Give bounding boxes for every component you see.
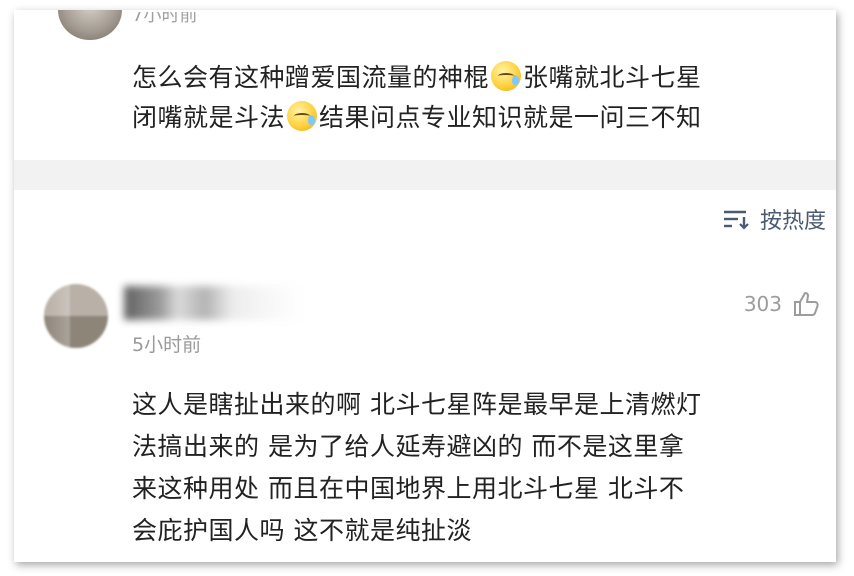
sort-by-hot-button[interactable]: 按热度 — [722, 204, 826, 234]
comment-time: 5小时前 — [132, 334, 202, 356]
top-comment-text: 怎么会有这种蹭爱国流量的神棍 张嘴就北斗七星 闭嘴就是斗法 结果问点专业知识就是一问… — [132, 58, 832, 138]
top-comment-time: 7小时前 — [132, 12, 198, 26]
sort-label: 按热度 — [759, 209, 826, 234]
sweat-emoji-icon — [287, 101, 318, 131]
comment-line: 来这种用处 而且在中国地界上用北斗七星 北斗不 — [132, 474, 685, 503]
like-count: 303 — [743, 292, 782, 316]
thumbs-up-icon — [794, 292, 819, 316]
top-comment-part-1: 怎么会有这种蹭爱国流量的神棍 — [132, 63, 490, 92]
comment-line: 这人是瞎扯出来的啊 北斗七星阵是最早是上清燃灯 — [132, 390, 702, 419]
comment-screen: 7小时前 怎么会有这种蹭爱国流量的神棍 张嘴就北斗七星 闭嘴就是斗法 结果问点专业知… — [14, 10, 836, 562]
sweat-emoji-icon — [491, 61, 522, 91]
section-divider — [14, 160, 836, 190]
top-comment-part-4: 结果问点专业知识就是一问三不知 — [319, 103, 702, 132]
sort-icon — [723, 210, 749, 230]
top-comment-part-2: 张嘴就北斗七星 — [523, 63, 702, 92]
commenter-avatar[interactable] — [44, 284, 108, 348]
comment-line: 会庇护国人吗 这不就是纯扯淡 — [132, 516, 472, 545]
like-button[interactable]: 303 — [744, 290, 820, 318]
comment-line: 法搞出来的 是为了给人延寿避凶的 而不是这里拿 — [132, 432, 685, 461]
comment-text: 这人是瞎扯出来的啊 北斗七星阵是最早是上清燃灯 法搞出来的 是为了给人延寿避凶的… — [132, 384, 822, 552]
commenter-username-blurred[interactable] — [124, 286, 304, 320]
top-comment-part-3: 闭嘴就是斗法 — [132, 103, 286, 132]
top-commenter-avatar[interactable] — [58, 10, 122, 40]
